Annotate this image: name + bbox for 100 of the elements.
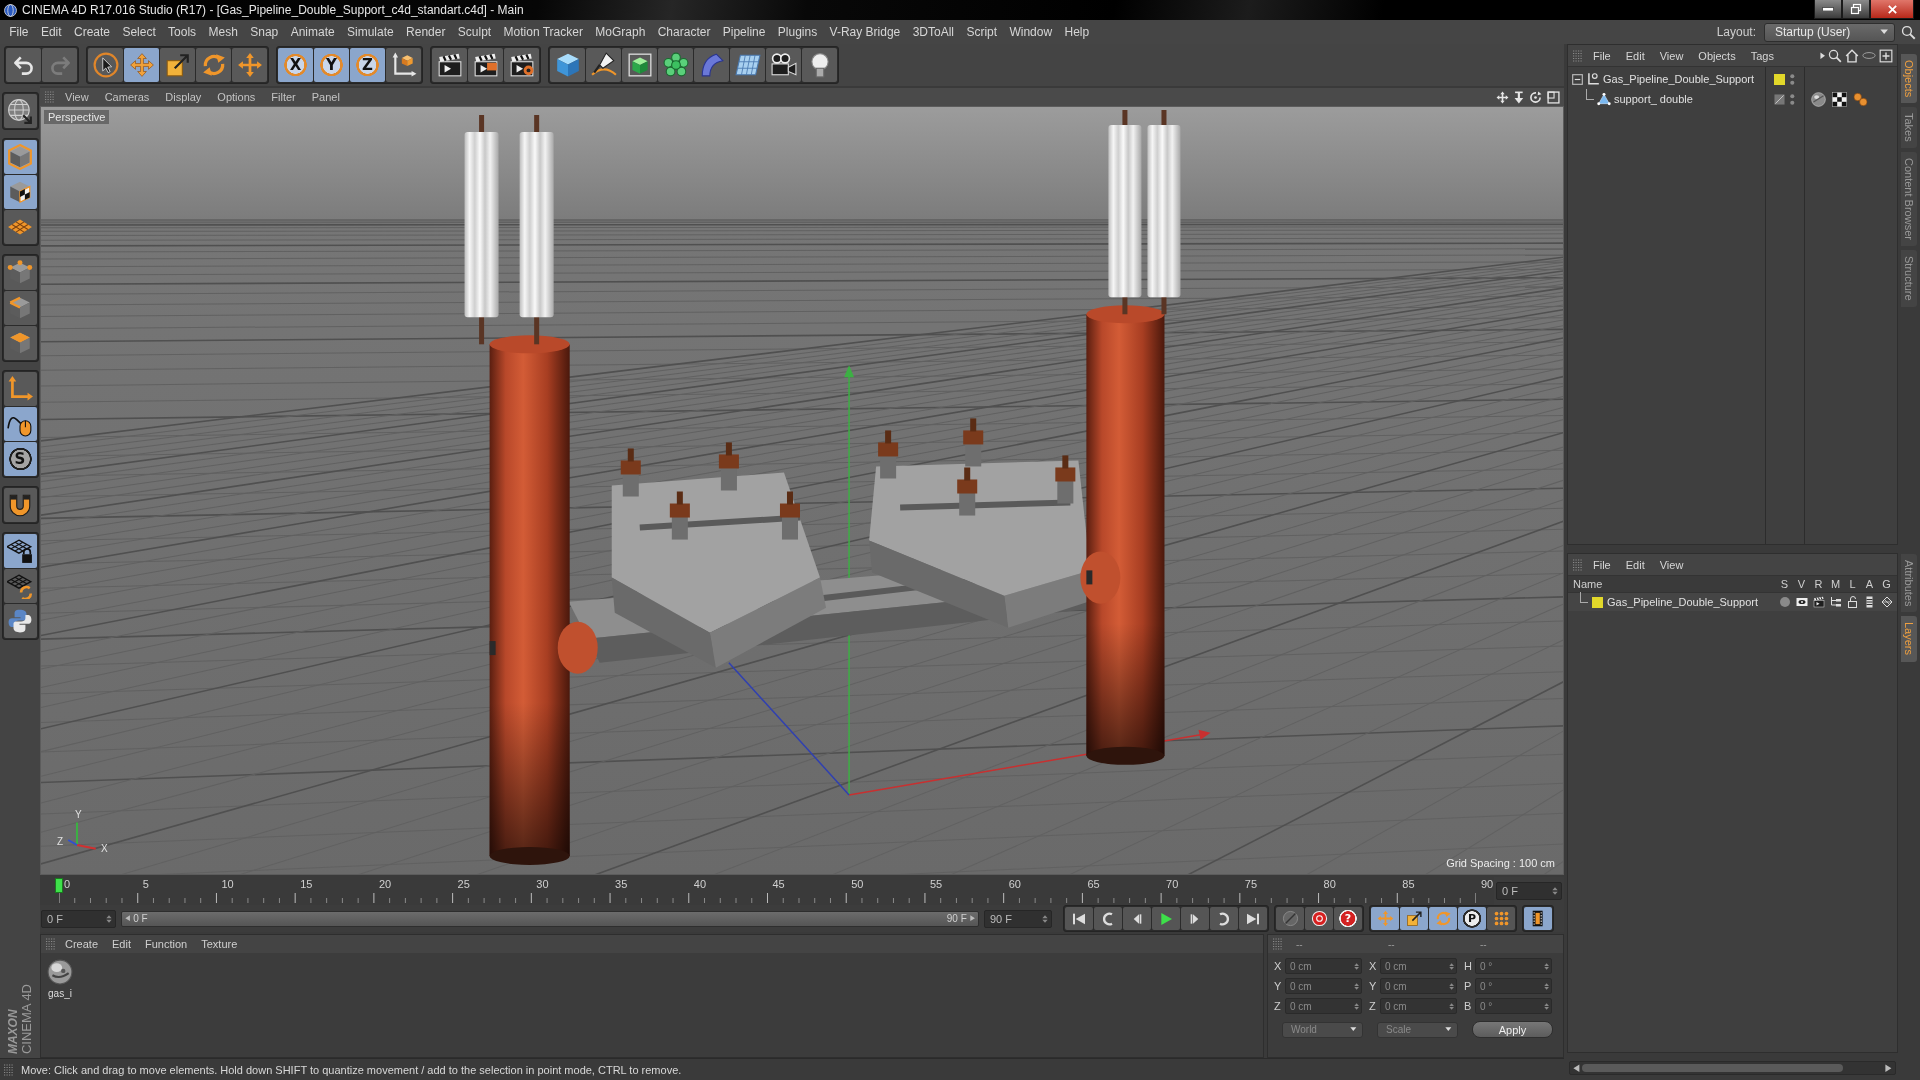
vertical-arrow-icon[interactable] (1514, 90, 1524, 104)
skip-back-button[interactable] (1065, 907, 1093, 930)
key-forward-button[interactable] (1210, 907, 1238, 930)
column-header[interactable]: A (1861, 578, 1878, 590)
coordinate-field[interactable]: 0 cm (1380, 998, 1457, 1014)
range-start-handle[interactable]: 0 F (125, 913, 148, 924)
layer-color-swatch[interactable] (1774, 73, 1785, 85)
column-header[interactable]: G (1878, 578, 1895, 590)
visibility-dots-icon[interactable] (1790, 73, 1795, 85)
close-button[interactable] (1870, 0, 1914, 19)
grid-rotate-button[interactable] (3, 569, 37, 603)
menu-item[interactable]: Help (1058, 21, 1096, 43)
menu-item[interactable]: Render (399, 21, 452, 43)
step-forward-button[interactable] (1181, 907, 1209, 930)
column-header[interactable]: S (1776, 578, 1793, 590)
material-name[interactable]: gas_i (48, 988, 72, 999)
snap-toggle-button[interactable]: S (3, 442, 37, 476)
object-menu-item[interactable]: Objects (1692, 49, 1742, 62)
maximize-icon[interactable] (1547, 90, 1560, 104)
coordinate-field[interactable]: 0 ° (1475, 998, 1552, 1014)
ellipse-icon[interactable] (1862, 52, 1876, 59)
lattice-shape-icon[interactable] (1880, 596, 1893, 608)
side-tab[interactable]: Content Browser (1901, 152, 1917, 246)
column-header[interactable]: Name (1568, 578, 1776, 590)
material-menu-item[interactable]: Create (59, 938, 105, 950)
cube-outline-button[interactable] (3, 140, 37, 174)
object-name[interactable]: Gas_Pipeline_Double_Support (1603, 73, 1755, 85)
material-menu-item[interactable]: Function (139, 938, 194, 950)
snake-logo-button[interactable] (3, 604, 37, 638)
layer-color-swatch[interactable] (1592, 596, 1603, 608)
collapse-box-icon[interactable] (1572, 73, 1583, 85)
coordinate-field[interactable]: 0 cm (1380, 958, 1457, 974)
eye-icon[interactable] (1795, 596, 1808, 608)
movie-camera-button[interactable] (766, 48, 801, 82)
viewport-menu-item[interactable]: View (58, 91, 96, 103)
light-bulb-button[interactable] (802, 48, 837, 82)
menu-item[interactable]: Motion Tracker (497, 21, 590, 43)
column-header[interactable]: V (1793, 578, 1810, 590)
material-menu-item[interactable]: Edit (106, 938, 137, 950)
mouse-button[interactable] (3, 407, 37, 441)
viewport-canvas[interactable]: Perspective Grid Spacing : 100 cm Y Z X (40, 106, 1564, 875)
column-header[interactable]: L (1844, 578, 1861, 590)
clapperboard-icon[interactable] (1812, 596, 1825, 608)
step-back-button[interactable] (1123, 907, 1151, 930)
apply-button[interactable]: Apply (1472, 1021, 1553, 1038)
axis-lock-button[interactable]: X (278, 48, 313, 82)
minimize-button[interactable] (1814, 0, 1842, 19)
layout-dropdown[interactable]: Startup (User) (1764, 22, 1895, 42)
solo-dot-icon[interactable] (1778, 596, 1791, 608)
viewport-menu-item[interactable]: Panel (304, 91, 347, 103)
film-bars-icon[interactable] (1866, 596, 1873, 608)
checker-cube-button[interactable] (3, 175, 37, 209)
menu-item[interactable]: Create (67, 21, 117, 43)
restore-button[interactable] (1842, 0, 1870, 19)
clapperboard-gear-button[interactable] (504, 48, 539, 82)
object-name[interactable]: support_ double (1614, 93, 1693, 105)
visibility-dots-icon[interactable] (1790, 93, 1795, 105)
shaded-sphere-icon[interactable] (1811, 91, 1826, 107)
checker-square-icon[interactable] (1832, 91, 1847, 107)
current-frame-field[interactable]: 0 F (1496, 882, 1562, 900)
parameter-key-button[interactable]: P (1458, 907, 1486, 930)
clapperboard-window-button[interactable] (468, 48, 503, 82)
axis-lock-button[interactable]: Y (314, 48, 349, 82)
layer-menu-item[interactable]: Edit (1619, 558, 1651, 571)
home-icon[interactable] (1845, 48, 1859, 63)
cube-face-button[interactable] (3, 326, 37, 360)
start-frame-field[interactable]: 0 F (41, 909, 116, 928)
cube-points-button[interactable] (3, 256, 37, 290)
object-menu-item[interactable]: View (1653, 49, 1690, 62)
play-button[interactable] (1152, 907, 1180, 930)
menu-item[interactable]: Mesh (202, 21, 245, 43)
menu-item[interactable]: V-Ray Bridge (823, 21, 907, 43)
coordinate-field[interactable]: 0 cm (1285, 958, 1362, 974)
column-header[interactable]: R (1810, 578, 1827, 590)
grid-plane-button[interactable] (3, 210, 37, 244)
column-header[interactable]: M (1827, 578, 1844, 590)
orbit-icon[interactable] (1529, 90, 1542, 104)
menu-item[interactable]: Script (960, 21, 1004, 43)
side-tab[interactable]: Structure (1901, 250, 1917, 307)
side-tab[interactable]: Objects (1901, 54, 1917, 104)
search-icon[interactable] (1901, 24, 1916, 40)
floor-plane-button[interactable] (730, 48, 765, 82)
horizontal-scrollbar[interactable] (1569, 1061, 1896, 1075)
empty-layer-swatch-icon[interactable] (1774, 93, 1785, 105)
pen-nib-button[interactable] (586, 48, 621, 82)
side-tab[interactable]: Takes (1901, 107, 1917, 149)
viewport-menu-item[interactable]: Display (158, 91, 209, 103)
undo-button[interactable] (6, 48, 41, 82)
layer-menu-item[interactable]: View (1653, 558, 1690, 571)
dot-pair-icon[interactable] (1853, 91, 1868, 107)
menu-item[interactable]: MoGraph (589, 21, 652, 43)
object-menu-item[interactable]: Tags (1744, 49, 1780, 62)
clapperboard-button[interactable] (432, 48, 467, 82)
menu-item[interactable]: Animate (284, 21, 341, 43)
coordinate-field[interactable]: 0 ° (1475, 978, 1552, 994)
layer-menu-item[interactable]: File (1587, 558, 1617, 571)
right-triangle-icon[interactable] (1885, 1063, 1892, 1073)
hierarchy-icon[interactable] (1829, 596, 1842, 608)
bent-shape-button[interactable] (694, 48, 729, 82)
scrollbar-thumb[interactable] (1582, 1064, 1843, 1072)
